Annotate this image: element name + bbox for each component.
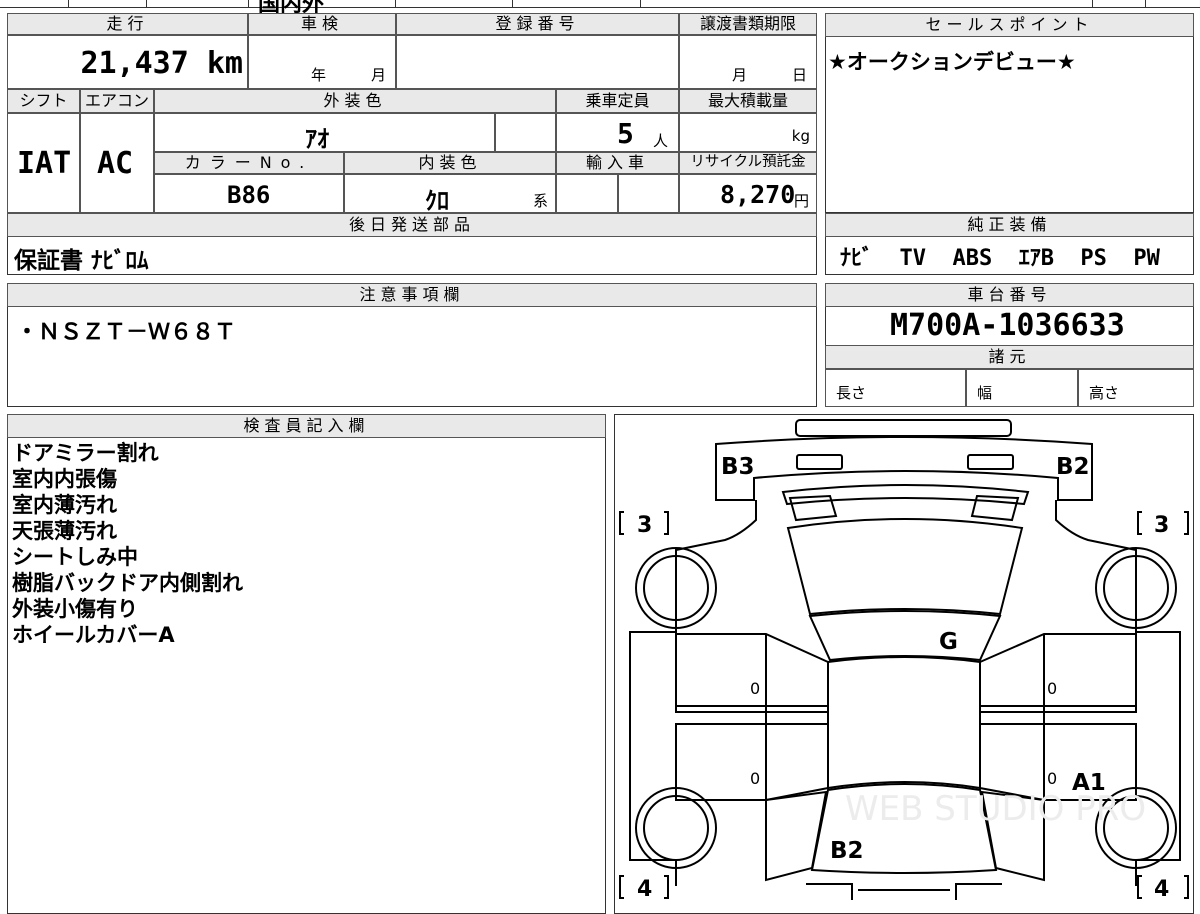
mark-right-rear-door: A1 bbox=[1072, 770, 1106, 796]
mileage-header: 走行 bbox=[7, 13, 248, 35]
interior-color-header: 内装色 bbox=[344, 152, 556, 174]
spec-height-label: 高さ bbox=[1089, 384, 1120, 402]
registration-cell bbox=[396, 35, 679, 89]
genuine-equipment-header: 純正装備 bbox=[825, 213, 1194, 237]
inspector-line: シートしみ中 bbox=[12, 545, 138, 569]
import-car-cell-a bbox=[556, 174, 618, 213]
exterior-color-cell: ｱｵ bbox=[154, 113, 495, 153]
inspector-line: 室内薄汚れ bbox=[12, 493, 117, 517]
shift-value: IAT bbox=[17, 146, 72, 181]
inspector-line: ドアミラー割れ bbox=[12, 441, 159, 465]
mark-rear-right: B2 bbox=[1056, 454, 1090, 480]
zero-mark: 0 bbox=[750, 679, 760, 698]
car-diagram: WEB STUDIO PRO B3 B2 G A1 B2 3 3 4 4 0 0… bbox=[619, 419, 1189, 900]
inspection-cell: 年 月 bbox=[248, 35, 396, 89]
recycle-fee-value: 8,270 bbox=[720, 180, 796, 209]
color-no-cell: B86 bbox=[154, 174, 344, 213]
max-load-unit: kg bbox=[791, 127, 810, 145]
max-load-header: 最大積載量 bbox=[679, 89, 817, 113]
inspector-line: 外装小傷有り bbox=[12, 597, 138, 621]
interior-color-cell: ｸﾛ 系 bbox=[344, 174, 556, 215]
zero-mark: 0 bbox=[750, 769, 760, 788]
capacity-header: 乗車定員 bbox=[556, 89, 679, 113]
grade-bottom-right: 4 bbox=[1154, 877, 1169, 900]
spec-width-cell: 幅 bbox=[966, 369, 1078, 407]
spec-length-cell: 長さ bbox=[825, 369, 966, 407]
mileage-value: 21,437 km bbox=[80, 46, 243, 81]
aircon-value: AC bbox=[97, 146, 134, 181]
inspector-line: 樹脂バックドア内側割れ bbox=[12, 571, 243, 595]
mileage-cell: 21,437 km bbox=[7, 35, 248, 89]
inspector-line: 天張薄汚れ bbox=[12, 519, 117, 543]
grade-top-right: 3 bbox=[1154, 513, 1169, 538]
exterior-color-value: ｱｵ bbox=[305, 125, 329, 153]
exterior-color-extra-cell bbox=[495, 113, 556, 152]
shift-header: シフト bbox=[7, 89, 80, 113]
transfer-month-unit: 月 bbox=[732, 66, 748, 84]
chassis-header: 車台番号 bbox=[825, 283, 1194, 307]
transfer-deadline-cell: 月 日 bbox=[679, 35, 817, 89]
spec-width-label: 幅 bbox=[977, 384, 993, 402]
mark-front-center: B2 bbox=[830, 838, 864, 864]
inspection-year-unit: 年 bbox=[311, 66, 327, 84]
inspector-line: 室内内張傷 bbox=[12, 467, 117, 491]
recycle-fee-header: リサイクル預託金 bbox=[679, 152, 817, 174]
genuine-equipment-text: ﾅﾋﾞ TV ABS ｴｱB PS PW bbox=[840, 246, 1160, 271]
chassis-value: M700A-1036633 bbox=[890, 308, 1125, 343]
specs-header: 諸元 bbox=[825, 345, 1194, 369]
exterior-color-header: 外装色 bbox=[154, 89, 556, 113]
inspector-lines: ドアミラー割れ 室内内張傷 室内薄汚れ 天張薄汚れ シートしみ中 樹脂バックドア… bbox=[12, 440, 243, 648]
max-load-cell: kg bbox=[679, 113, 817, 152]
grade-bottom-left: 4 bbox=[637, 877, 652, 900]
color-no-header: カラーNo. bbox=[154, 152, 344, 174]
inspector-header: 検査員記入欄 bbox=[7, 414, 606, 438]
import-car-header: 輸入車 bbox=[556, 152, 679, 174]
inspection-header: 車検 bbox=[248, 13, 396, 35]
sales-point-box bbox=[825, 13, 1194, 213]
recycle-fee-cell: 8,270 円 bbox=[679, 174, 817, 213]
sales-point-header: セールスポイント bbox=[825, 13, 1194, 37]
interior-color-value: ｸﾛ bbox=[425, 187, 449, 215]
zero-mark: 0 bbox=[1047, 679, 1057, 698]
capacity-unit: 人 bbox=[653, 132, 669, 150]
spec-height-cell: 高さ bbox=[1078, 369, 1194, 407]
registration-header: 登録番号 bbox=[396, 13, 679, 35]
top-strip: 国内外 bbox=[0, 0, 1200, 17]
capacity-value: 5 bbox=[617, 117, 634, 150]
transfer-deadline-header: 譲渡書類期限 bbox=[679, 13, 817, 35]
spec-length-label: 長さ bbox=[836, 384, 867, 402]
notes-text: ・ＮＳＺＴ－Ｗ６８Ｔ bbox=[16, 320, 237, 345]
color-no-value: B86 bbox=[227, 181, 271, 209]
inspection-month-unit: 月 bbox=[371, 66, 387, 84]
sales-point-text: ★オークションデビュー★ bbox=[828, 50, 1076, 74]
inspector-line: ホイールカバーA bbox=[12, 623, 175, 647]
transfer-day-unit: 日 bbox=[792, 66, 808, 84]
interior-color-suffix: 系 bbox=[533, 192, 549, 210]
aircon-header: エアコン bbox=[80, 89, 154, 113]
later-parts-header: 後日発送部品 bbox=[7, 213, 817, 237]
recycle-fee-unit: 円 bbox=[794, 192, 810, 210]
grade-top-left: 3 bbox=[637, 513, 652, 538]
aircon-cell: AC bbox=[80, 113, 154, 213]
mark-rear-left: B3 bbox=[721, 454, 755, 480]
import-car-cell-b bbox=[618, 174, 679, 213]
shift-cell: IAT bbox=[7, 113, 80, 213]
mark-glass: G bbox=[939, 629, 958, 655]
zero-mark: 0 bbox=[1047, 769, 1057, 788]
later-parts-text: 保証書 ﾅﾋﾞﾛﾑ bbox=[14, 248, 149, 274]
notes-header: 注意事項欄 bbox=[7, 283, 817, 307]
capacity-cell: 5 人 bbox=[556, 113, 679, 152]
